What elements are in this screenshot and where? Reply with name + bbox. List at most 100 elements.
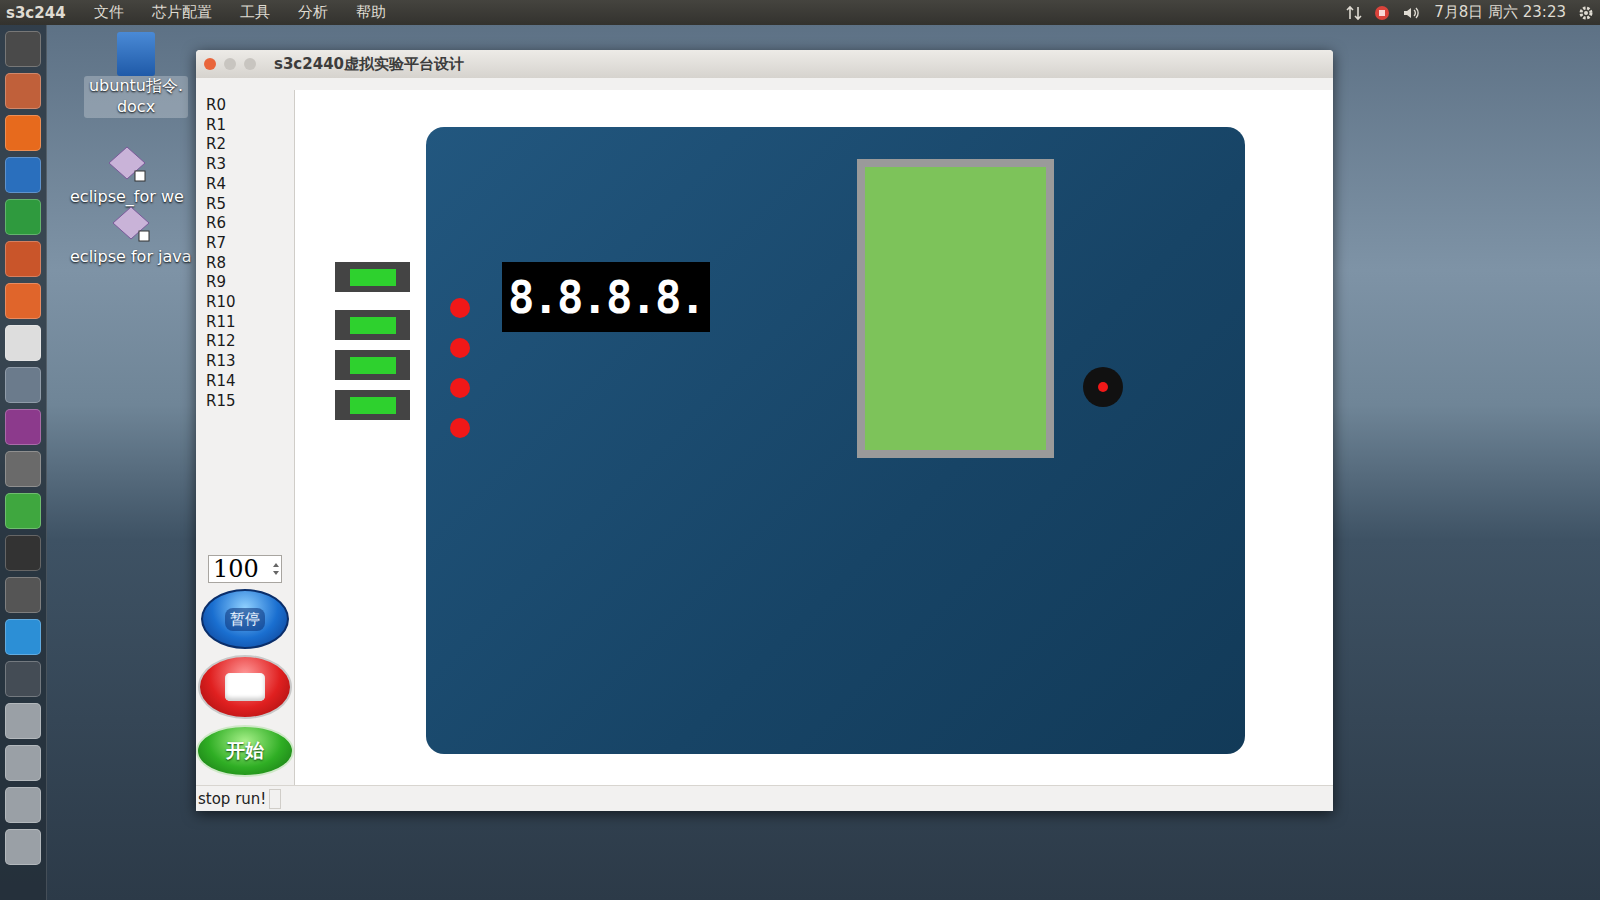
drive-icon[interactable]	[5, 829, 41, 865]
settings-icon[interactable]	[5, 367, 41, 403]
start-label: 开始	[226, 738, 264, 764]
led-light	[350, 269, 396, 286]
led	[335, 262, 410, 292]
red-indicator	[450, 418, 470, 438]
red-indicator	[450, 298, 470, 318]
register-label: R5	[196, 195, 294, 215]
camera-icon[interactable]	[5, 535, 41, 571]
firefox-icon[interactable]	[5, 115, 41, 151]
close-button[interactable]	[204, 58, 216, 70]
terminal-icon[interactable]	[5, 661, 41, 697]
maximize-button[interactable]	[244, 58, 256, 70]
app-window: s3c2440虚拟实验平台设计R0R1R2R3R4R5R6R7R8R9R10R1…	[196, 50, 1333, 811]
register-label: R13	[196, 352, 294, 372]
writer-icon[interactable]	[5, 157, 41, 193]
register-label: R8	[196, 254, 294, 274]
input-method-icon	[1374, 5, 1390, 21]
board-photo	[426, 127, 1245, 754]
desktop-icon-label: ubuntu指令.docx	[84, 76, 188, 118]
minimize-button[interactable]	[224, 58, 236, 70]
led-light	[350, 397, 396, 414]
control-panel: R0R1R2R3R4R5R6R7R8R9R10R11R12R13R14R15 10…	[196, 90, 295, 785]
led-light	[350, 317, 396, 334]
screen-icon[interactable]	[5, 619, 41, 655]
led	[335, 350, 410, 380]
spin-down-icon[interactable]	[273, 571, 279, 575]
software-center-icon[interactable]	[5, 283, 41, 319]
register-label: R0	[196, 96, 294, 116]
impress-icon[interactable]	[5, 241, 41, 277]
register-label: R3	[196, 155, 294, 175]
amazon-icon[interactable]	[5, 325, 41, 361]
menu-item[interactable]: 文件	[94, 3, 124, 22]
stop-button[interactable]	[198, 655, 292, 719]
word-document-icon	[117, 32, 155, 76]
speed-value[interactable]: 100	[209, 556, 271, 582]
menu-item[interactable]: 工具	[240, 3, 270, 22]
spin-arrows[interactable]	[271, 563, 281, 575]
calc-icon[interactable]	[5, 199, 41, 235]
desktop-icon[interactable]: eclipse for java	[70, 205, 192, 268]
help-icon[interactable]	[5, 451, 41, 487]
network-icon	[1346, 5, 1362, 21]
seven-segment-digits: 8.8.8.8.	[508, 272, 704, 323]
speed-spinbox[interactable]: 100	[208, 555, 282, 583]
drive-icon[interactable]	[5, 703, 41, 739]
status-box	[269, 789, 281, 809]
updater-icon[interactable]	[5, 577, 41, 613]
lcd-screen	[857, 159, 1054, 458]
seven-segment-display: 8.8.8.8.	[502, 262, 710, 332]
register-label: R11	[196, 313, 294, 333]
eclipse-icon	[109, 205, 153, 247]
indicators: 7月8日 周六 23:23	[1346, 3, 1594, 22]
lcd-area	[865, 167, 1046, 450]
qt-icon[interactable]	[5, 493, 41, 529]
register-label: R1	[196, 116, 294, 136]
led	[335, 390, 410, 420]
top-panel: s3c244 文件 芯片配置 工具 分析 帮助 7月8日 周六 23:23	[0, 0, 1600, 25]
drive-icon[interactable]	[5, 787, 41, 823]
drive-icon[interactable]	[5, 745, 41, 781]
red-indicator	[450, 378, 470, 398]
desktop-icon[interactable]: ubuntu指令.docx	[84, 32, 188, 118]
eclipse-icon	[105, 145, 149, 187]
title-bar: s3c2440虚拟实验平台设计	[196, 50, 1333, 78]
desktop-icon[interactable]: eclipse_for we	[70, 145, 184, 208]
register-label: R7	[196, 234, 294, 254]
start-button[interactable]: 开始	[196, 725, 294, 777]
menu-item[interactable]: 芯片配置	[152, 3, 212, 22]
desktop-icon-label: eclipse_for we	[70, 187, 184, 208]
register-label: R10	[196, 293, 294, 313]
register-label: R14	[196, 372, 294, 392]
stop-icon	[225, 673, 265, 701]
content: R0R1R2R3R4R5R6R7R8R9R10R11R12R13R14R15 10…	[196, 78, 1333, 785]
board-view: 8.8.8.8.	[295, 90, 1333, 785]
red-indicator	[450, 338, 470, 358]
buzzer-dot	[1098, 382, 1108, 392]
dash-icon[interactable]	[5, 31, 41, 67]
spin-up-icon[interactable]	[273, 563, 279, 567]
register-label: R9	[196, 273, 294, 293]
register-label: R4	[196, 175, 294, 195]
status-bar: stop run!	[196, 785, 1333, 811]
files-icon[interactable]	[5, 73, 41, 109]
volume-icon	[1402, 5, 1422, 21]
register-label: R6	[196, 214, 294, 234]
workspaces-icon[interactable]	[5, 409, 41, 445]
led-light	[350, 357, 396, 374]
register-label: R15	[196, 392, 294, 412]
menu-item[interactable]: 帮助	[356, 3, 386, 22]
pause-button[interactable]: 暂停	[201, 589, 289, 649]
register-label: R12	[196, 332, 294, 352]
register-label: R2	[196, 135, 294, 155]
led	[335, 310, 410, 340]
clock[interactable]: 7月8日 周六 23:23	[1434, 3, 1566, 22]
buzzer	[1083, 367, 1123, 407]
status-text: stop run!	[198, 790, 266, 808]
controls: 100 暂停开始	[196, 555, 294, 779]
launcher	[0, 25, 47, 900]
app-name: s3c244	[6, 4, 66, 22]
menu-item[interactable]: 分析	[298, 3, 328, 22]
window-title: s3c2440虚拟实验平台设计	[274, 55, 464, 74]
pause-label: 暂停	[225, 608, 265, 631]
